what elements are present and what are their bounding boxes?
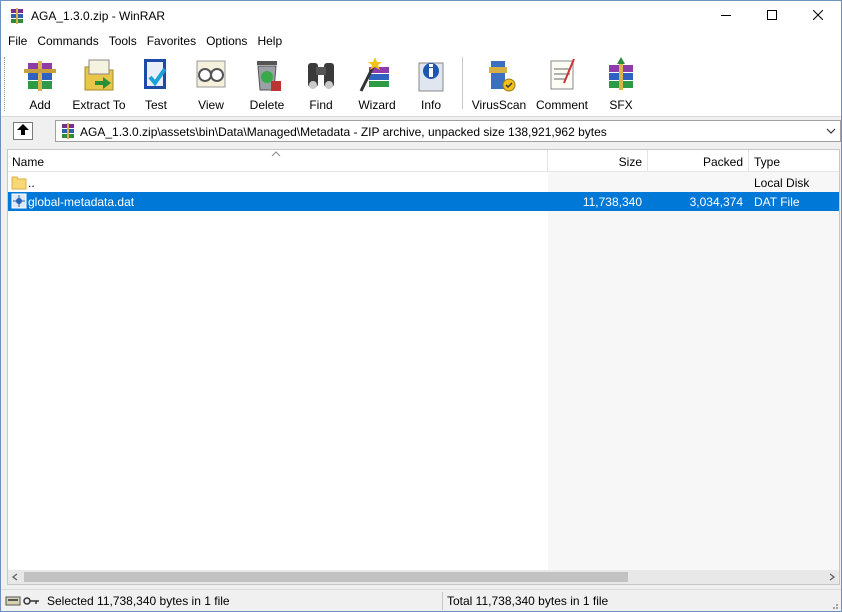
wizard-button[interactable]: Wizard	[356, 55, 398, 113]
menu-help[interactable]: Help	[252, 31, 287, 51]
delete-icon	[247, 55, 287, 95]
menu-favorites[interactable]: Favorites	[142, 31, 201, 51]
add-label: Add	[29, 98, 51, 112]
sfx-label: SFX	[609, 98, 633, 112]
menu-options[interactable]: Options	[201, 31, 252, 51]
column-divider[interactable]	[748, 150, 749, 172]
title-bar[interactable]: AGA_1.3.0.zip - WinRAR	[1, 1, 841, 31]
address-bar: AGA_1.3.0.zip\assets\bin\Data\Managed\Me…	[1, 117, 841, 145]
comment-label: Comment	[535, 98, 588, 112]
status-separator	[442, 592, 443, 610]
delete-button[interactable]: Delete	[246, 55, 288, 113]
find-label: Find	[309, 98, 333, 112]
virusscan-button[interactable]: VirusScan	[471, 55, 527, 113]
extract-to-icon	[79, 55, 119, 95]
column-type[interactable]: Type	[754, 150, 780, 172]
resize-grip-icon[interactable]	[829, 599, 839, 609]
maximize-icon	[767, 9, 777, 23]
minimize-icon	[721, 9, 731, 23]
status-total: Total 11,738,340 bytes in 1 file	[447, 594, 609, 608]
column-divider[interactable]	[647, 150, 648, 172]
folder-up-icon	[11, 174, 27, 190]
column-divider[interactable]	[547, 150, 548, 172]
extract-to-button[interactable]: Extract To	[71, 55, 127, 113]
comment-icon	[542, 55, 582, 95]
winrar-app-icon	[9, 8, 25, 24]
extract-to-label: Extract To	[72, 98, 126, 112]
scroll-right-icon[interactable]	[825, 570, 839, 584]
column-packed[interactable]: Packed	[654, 150, 743, 172]
status-selected: Selected 11,738,340 bytes in 1 file	[47, 594, 230, 608]
add-button[interactable]: Add	[19, 55, 61, 113]
file-size: 11,738,340	[582, 195, 642, 209]
virusscan-label: VirusScan	[471, 98, 527, 112]
maximize-button[interactable]	[749, 1, 795, 31]
view-icon	[191, 55, 231, 95]
sorted-column-background	[548, 172, 839, 570]
add-archive-icon	[20, 55, 60, 95]
info-icon	[411, 55, 451, 95]
scroll-left-icon[interactable]	[8, 570, 22, 584]
menu-file[interactable]: File	[3, 31, 32, 51]
minimize-button[interactable]	[703, 1, 749, 31]
horizontal-scrollbar[interactable]	[8, 570, 839, 584]
dat-file-icon	[11, 193, 27, 209]
scrollbar-thumb[interactable]	[24, 572, 628, 582]
virusscan-icon	[479, 55, 519, 95]
winrar-window: AGA_1.3.0.zip - WinRAR File Commands Too…	[0, 0, 842, 612]
file-type: Local Disk	[754, 176, 810, 190]
menu-tools[interactable]: Tools	[104, 31, 142, 51]
zip-archive-icon	[60, 123, 76, 139]
test-icon	[136, 55, 176, 95]
list-item-global-metadata[interactable]: global-metadata.dat 11,738,340 3,034,374…	[8, 192, 839, 211]
file-packed: 3,034,374	[689, 195, 743, 209]
window-title: AGA_1.3.0.zip - WinRAR	[31, 9, 166, 23]
info-button[interactable]: Info	[410, 55, 452, 113]
address-path: AGA_1.3.0.zip\assets\bin\Data\Managed\Me…	[80, 125, 607, 139]
file-list[interactable]: Name Size Packed Type .. Local Disk glob…	[7, 149, 840, 585]
column-size[interactable]: Size	[554, 150, 642, 172]
toolbar-grip[interactable]	[4, 57, 7, 111]
wizard-icon	[357, 55, 397, 95]
chevron-down-icon[interactable]	[824, 124, 838, 138]
file-name: global-metadata.dat	[28, 195, 135, 209]
column-header: Name Size Packed Type	[8, 150, 839, 172]
up-arrow-icon	[16, 123, 30, 139]
view-label: View	[198, 98, 224, 112]
sort-ascending-icon	[271, 149, 281, 159]
list-item-parent[interactable]: .. Local Disk	[8, 173, 839, 192]
delete-label: Delete	[249, 98, 285, 112]
wizard-label: Wizard	[358, 98, 396, 112]
comment-button[interactable]: Comment	[533, 55, 591, 113]
column-name[interactable]: Name	[12, 150, 44, 172]
find-button[interactable]: Find	[300, 55, 342, 113]
close-button[interactable]	[795, 1, 841, 31]
test-button[interactable]: Test	[135, 55, 177, 113]
status-bar: Selected 11,738,340 bytes in 1 file Tota…	[1, 589, 841, 611]
test-label: Test	[144, 98, 167, 112]
up-one-level-button[interactable]	[13, 122, 33, 140]
address-field[interactable]: AGA_1.3.0.zip\assets\bin\Data\Managed\Me…	[55, 120, 841, 142]
file-type: DAT File	[754, 195, 800, 209]
sfx-icon	[601, 55, 641, 95]
menu-commands[interactable]: Commands	[32, 31, 103, 51]
toolbar-separator	[462, 57, 463, 109]
info-label: Info	[420, 98, 441, 112]
file-name: ..	[28, 176, 35, 190]
toolbar: Add Extract To Test View Delete Find Wiz…	[1, 51, 841, 117]
sfx-button[interactable]: SFX	[600, 55, 642, 113]
close-icon	[812, 9, 824, 23]
view-button[interactable]: View	[190, 55, 232, 113]
find-icon	[301, 55, 341, 95]
menu-bar: File Commands Tools Favorites Options He…	[1, 31, 841, 51]
drive-key-icon[interactable]	[5, 594, 41, 608]
